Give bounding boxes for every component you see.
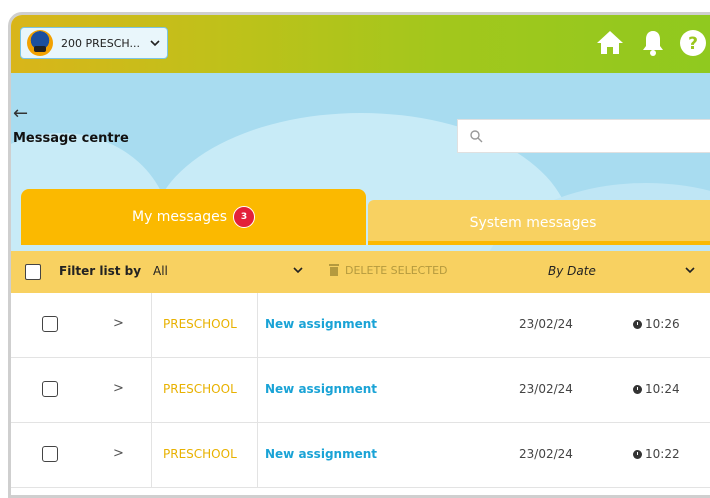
clock-icon (633, 384, 642, 394)
home-icon[interactable] (596, 29, 624, 59)
message-row[interactable]: > PRESCHOOL New assignment 23/02/24 10:2… (11, 423, 710, 488)
message-date: 23/02/24 (519, 317, 573, 331)
page-title: Message centre (13, 131, 129, 146)
tab-my-messages-label: My messages (131, 209, 228, 225)
row-checkbox[interactable] (42, 381, 58, 397)
school-selector-label: 200 PRESCH... (61, 36, 140, 50)
message-school: PRESCHOOL (163, 382, 237, 396)
search-box[interactable] (457, 119, 710, 153)
filter-label: Filter list by (59, 264, 142, 278)
select-all-checkbox[interactable] (25, 264, 41, 280)
chevron-down-icon[interactable] (293, 264, 303, 277)
message-time: 10:24 (633, 382, 680, 396)
tab-my-messages[interactable]: My messages 3 (21, 189, 366, 245)
chevron-down-icon (150, 37, 160, 50)
message-subject[interactable]: New assignment (265, 317, 377, 331)
message-date: 23/02/24 (519, 447, 573, 461)
app-window: 200 PRESCH... ? ← Message centre My mess… (8, 12, 710, 498)
message-time-value: 10:22 (645, 447, 680, 461)
message-school: PRESCHOOL (163, 447, 237, 461)
message-time-value: 10:24 (645, 382, 680, 396)
message-row[interactable]: > PRESCHOOL New assignment 23/02/24 10:2… (11, 293, 710, 358)
message-subject[interactable]: New assignment (265, 447, 377, 461)
row-checkbox[interactable] (42, 446, 58, 462)
message-time-value: 10:26 (645, 317, 680, 331)
sort-select[interactable]: By Date (548, 264, 596, 278)
search-icon (470, 129, 483, 143)
chevron-right-icon[interactable]: > (113, 316, 124, 331)
message-row[interactable]: > PRESCHOOL New assignment 23/02/24 10:2… (11, 358, 710, 423)
filter-select[interactable]: All (153, 264, 168, 278)
tab-system-messages-label: System messages (469, 214, 597, 231)
tab-divider (368, 241, 710, 245)
message-time: 10:26 (633, 317, 680, 331)
help-icon[interactable]: ? (679, 29, 707, 61)
top-bar: 200 PRESCH... ? (11, 15, 710, 73)
message-list: > PRESCHOOL New assignment 23/02/24 10:2… (11, 293, 710, 488)
school-selector[interactable]: 200 PRESCH... (20, 27, 168, 59)
clock-icon (633, 449, 642, 459)
bell-icon[interactable] (641, 29, 665, 61)
svg-text:?: ? (688, 34, 698, 54)
chevron-down-icon[interactable] (685, 264, 695, 277)
row-checkbox[interactable] (42, 316, 58, 332)
search-input[interactable] (491, 128, 710, 144)
trash-icon (329, 263, 339, 279)
chevron-right-icon[interactable]: > (113, 381, 124, 396)
message-date: 23/02/24 (519, 382, 573, 396)
message-time: 10:22 (633, 447, 680, 461)
tab-system-messages[interactable]: System messages (368, 200, 710, 245)
filter-bar: Filter list by All DELETE SELECTED By Da… (11, 251, 710, 293)
unread-count-badge: 3 (233, 206, 256, 228)
chevron-right-icon[interactable]: > (113, 446, 124, 461)
message-subject[interactable]: New assignment (265, 382, 377, 396)
clock-icon (633, 319, 642, 329)
delete-selected-button[interactable]: DELETE SELECTED (345, 264, 448, 277)
school-avatar (27, 30, 53, 56)
message-school: PRESCHOOL (163, 317, 237, 331)
back-arrow-icon[interactable]: ← (13, 103, 28, 124)
